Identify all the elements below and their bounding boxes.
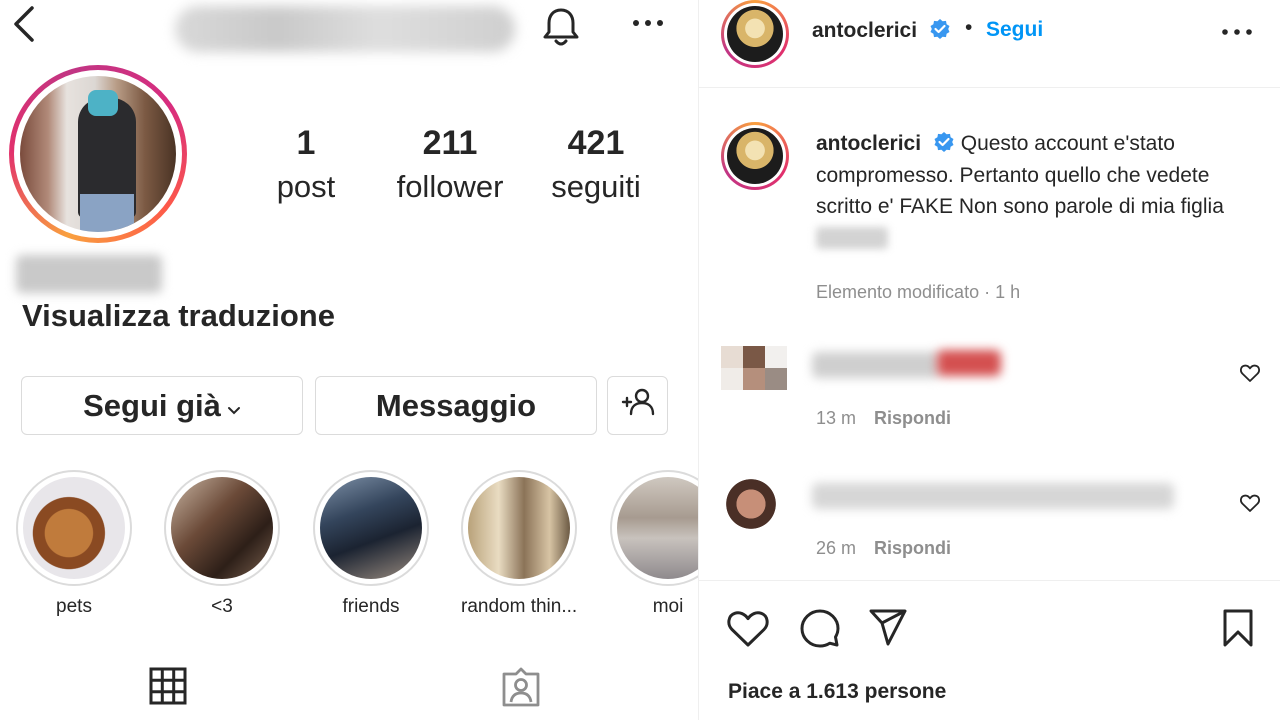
chevron-down-icon bbox=[227, 388, 241, 424]
following-button[interactable]: Segui già bbox=[21, 376, 303, 435]
highlight-cover bbox=[320, 477, 422, 579]
blurred-emoji bbox=[937, 350, 1001, 376]
highlight-label: pets bbox=[56, 596, 92, 617]
author-username[interactable]: antoclerici bbox=[812, 18, 951, 43]
commenter-avatar[interactable] bbox=[723, 474, 779, 534]
comment-time: 13 m bbox=[816, 408, 857, 428]
like-heart-icon[interactable] bbox=[725, 606, 771, 650]
stat-label: post bbox=[276, 169, 336, 204]
story-highlight[interactable]: random thin... bbox=[461, 470, 577, 618]
bell-icon[interactable] bbox=[540, 4, 582, 48]
comment-like-heart-icon[interactable] bbox=[1239, 492, 1261, 514]
profile-avatar[interactable] bbox=[9, 65, 187, 243]
story-highlight[interactable]: friends bbox=[313, 470, 429, 618]
divider bbox=[699, 580, 1280, 581]
suggest-users-button[interactable] bbox=[607, 376, 668, 435]
divider bbox=[699, 87, 1280, 88]
message-button[interactable]: Messaggio bbox=[315, 376, 597, 435]
commenter-avatar[interactable] bbox=[721, 346, 787, 402]
blurred-username bbox=[175, 6, 515, 52]
stat-value: 211 bbox=[422, 124, 478, 162]
reply-button[interactable]: Rispondi bbox=[874, 538, 951, 558]
caption-author-avatar[interactable] bbox=[721, 122, 789, 190]
verified-badge-icon bbox=[929, 18, 951, 40]
translate-link[interactable]: Visualizza traduzione bbox=[22, 298, 335, 334]
story-highlight[interactable]: moi bbox=[610, 470, 698, 618]
blurred-display-name bbox=[16, 255, 162, 293]
likes-count[interactable]: Piace a 1.613 persone bbox=[728, 680, 946, 704]
comment-icon[interactable] bbox=[797, 606, 843, 650]
comment-meta: 13 m Rispondi bbox=[816, 408, 951, 429]
story-highlight[interactable]: pets bbox=[16, 470, 132, 618]
follow-link[interactable]: Segui bbox=[986, 18, 1043, 42]
tagged-icon[interactable] bbox=[500, 666, 542, 708]
message-button-label: Messaggio bbox=[375, 387, 537, 423]
highlight-label: <3 bbox=[211, 596, 233, 617]
stat-label: follower bbox=[396, 169, 504, 204]
reply-button[interactable]: Rispondi bbox=[874, 408, 951, 428]
blurred-comment-text bbox=[812, 352, 940, 378]
post-detail-pane: antoclerici • Segui antoclerici Questo a… bbox=[698, 0, 1280, 720]
comment-like-heart-icon[interactable] bbox=[1239, 362, 1261, 384]
bookmark-icon[interactable] bbox=[1215, 606, 1261, 650]
author-username-text: antoclerici bbox=[812, 19, 918, 42]
highlight-cover bbox=[23, 477, 125, 579]
blurred-name bbox=[816, 226, 888, 249]
profile-pane: 1 post 211 follower 421 seguiti Visualiz… bbox=[0, 0, 698, 720]
stat-label: seguiti bbox=[551, 169, 641, 204]
comment-meta: 26 m Rispondi bbox=[816, 538, 951, 559]
stat-value: 1 bbox=[296, 124, 316, 162]
back-arrow-icon[interactable] bbox=[4, 2, 44, 46]
verified-badge-icon bbox=[933, 131, 955, 153]
highlight-cover bbox=[171, 477, 273, 579]
more-options-icon[interactable] bbox=[1217, 20, 1257, 44]
more-options-icon[interactable] bbox=[628, 8, 668, 38]
author-avatar[interactable] bbox=[721, 0, 789, 68]
blurred-comment-text bbox=[812, 483, 1174, 509]
highlight-label: friends bbox=[342, 596, 400, 617]
following-button-label: Segui già bbox=[83, 387, 221, 423]
grid-icon[interactable] bbox=[148, 666, 188, 706]
add-user-icon bbox=[620, 387, 656, 425]
stat-following[interactable]: 421 seguiti bbox=[534, 124, 658, 206]
comment-time: 26 m bbox=[816, 538, 857, 558]
post-caption: antoclerici Questo account e'stato compr… bbox=[816, 128, 1256, 254]
edited-timestamp: Elemento modificato · 1 h bbox=[816, 282, 1021, 302]
caption-username[interactable]: antoclerici bbox=[816, 132, 921, 155]
highlight-label: moi bbox=[652, 596, 684, 617]
highlight-cover bbox=[617, 477, 698, 579]
stat-posts: 1 post bbox=[256, 124, 356, 206]
share-icon[interactable] bbox=[865, 606, 911, 650]
stat-followers[interactable]: 211 follower bbox=[380, 124, 520, 206]
stat-value: 421 bbox=[567, 124, 625, 162]
highlight-label: random thin... bbox=[461, 596, 578, 617]
highlight-cover bbox=[468, 477, 570, 579]
separator-dot: • bbox=[965, 16, 973, 39]
story-highlight[interactable]: <3 bbox=[164, 470, 280, 618]
